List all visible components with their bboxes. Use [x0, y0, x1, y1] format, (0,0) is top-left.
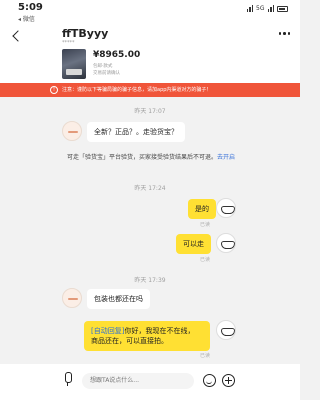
timestamp: 昨天 17:07: [134, 108, 166, 115]
message-bubble-buyer: 全新？正品？。走验货宝？: [87, 122, 185, 142]
voice-input-icon[interactable]: [62, 372, 74, 388]
signal-icon-2: [267, 5, 274, 12]
message-list: 昨天 17:07 全新？正品？。走验货宝？ 可走「验货宝」平台验货，买家接受验货…: [0, 97, 300, 367]
seller-avatar[interactable]: [216, 233, 236, 253]
message-bubble-buyer: 包装也都还在吗: [87, 289, 150, 309]
timestamp: 昨天 17:24: [134, 185, 166, 192]
emoji-icon[interactable]: [203, 374, 216, 387]
message-input[interactable]: [82, 373, 194, 389]
battery-icon: [277, 5, 288, 12]
product-card[interactable]: ¥8965.00 包邮·款式 交易前请确认: [0, 46, 300, 83]
warning-text: 注意：谨防以下等骗局骗的骗子信息，请加app内渠道对方的骗子！: [62, 87, 212, 93]
network-label: 5G: [256, 5, 265, 12]
plus-icon[interactable]: [222, 374, 235, 387]
product-image[interactable]: [62, 49, 86, 79]
status-bar: 5:09 ◂ 微信 5G: [0, 0, 300, 26]
status-icons: 5G: [246, 5, 288, 12]
message-bubble-seller: 是的: [188, 199, 216, 219]
read-receipt: 已读: [200, 353, 211, 359]
buyer-avatar[interactable]: [62, 288, 82, 308]
system-message: 可走「验货宝」平台验货，买家接受验货结果后不可退。去开启: [62, 153, 240, 162]
warning-banner: ! 注意：谨防以下等骗局骗的骗子信息，请加app内渠道对方的骗子！: [0, 83, 300, 97]
seller-avatar[interactable]: [216, 198, 236, 218]
input-bar: [0, 364, 300, 400]
message-bubble-seller: 可以走: [176, 234, 211, 254]
contact-name: ffTByyy: [62, 27, 109, 40]
system-message-text: 可走「验货宝」平台验货，买家接受验货结果后不可退。: [66, 154, 217, 161]
signal-icon: [246, 5, 254, 12]
seller-avatar[interactable]: [216, 320, 236, 340]
more-options-icon[interactable]: [278, 32, 290, 35]
back-to-app-label[interactable]: ◂ 微信: [18, 14, 35, 23]
product-price: ¥8965.00: [93, 50, 141, 60]
auto-reply-tag: [自动回复]: [91, 327, 125, 335]
status-time: 5:09: [18, 2, 43, 13]
warning-icon: !: [50, 86, 58, 94]
auto-reply-line-2: 商品还在，可以直接拍。: [91, 337, 168, 345]
read-receipt: 已读: [200, 222, 211, 228]
product-info-line-2: 交易前请确认: [93, 71, 120, 76]
auto-reply-line-1: 你好，我现在不在线，: [124, 327, 195, 335]
timestamp: 昨天 17:39: [134, 277, 166, 284]
buyer-avatar[interactable]: [62, 121, 82, 141]
product-info-line-1: 包邮·款式: [93, 64, 113, 69]
read-receipt: 已读: [200, 257, 211, 263]
chat-screen: 5:09 ◂ 微信 5G ffTByyy ***** ¥8965.00 包邮·款…: [0, 0, 300, 400]
message-bubble-auto-reply: [自动回复]你好，我现在不在线， 商品还在，可以直接拍。: [84, 321, 210, 351]
enable-inspection-link[interactable]: 去开启: [217, 154, 235, 161]
chat-header: ffTByyy *****: [0, 26, 300, 46]
back-arrow-icon[interactable]: [10, 29, 24, 43]
